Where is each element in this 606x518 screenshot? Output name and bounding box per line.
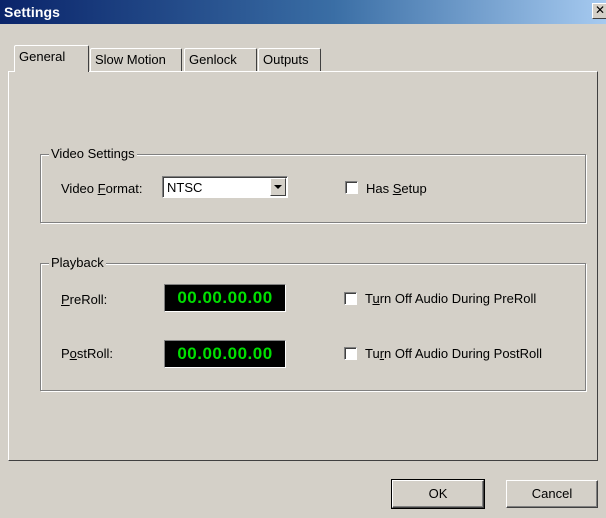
settings-dialog: Settings ✕ General Slow Motion Genlock O… <box>0 0 606 518</box>
preroll-timecode[interactable]: 00.00.00.00 <box>164 284 286 312</box>
video-format-label: Video Format: <box>61 181 143 196</box>
postroll-label: PostRoll: <box>61 346 114 361</box>
video-settings-legend: Video Settings <box>49 146 137 161</box>
audio-off-postroll-checkbox[interactable] <box>344 347 357 360</box>
audio-off-preroll-checkbox[interactable] <box>344 292 357 305</box>
tab-genlock[interactable]: Genlock <box>184 48 257 72</box>
video-format-value: NTSC <box>167 180 203 195</box>
preroll-label: PreRoll: <box>61 292 108 307</box>
tab-label: Genlock <box>189 52 237 67</box>
audio-off-preroll-label[interactable]: Turn Off Audio During PreRoll <box>365 291 536 306</box>
tab-outputs[interactable]: Outputs <box>258 48 321 72</box>
close-icon: ✕ <box>594 3 606 17</box>
cancel-button[interactable]: Cancel <box>506 480 598 508</box>
postroll-timecode[interactable]: 00.00.00.00 <box>164 340 286 368</box>
playback-group: Playback <box>40 255 586 391</box>
tab-label: General <box>19 49 66 64</box>
tab-slow-motion[interactable]: Slow Motion <box>90 48 182 72</box>
audio-off-postroll-label[interactable]: Turn Off Audio During PostRoll <box>365 346 542 361</box>
tab-general[interactable]: General <box>14 45 89 72</box>
video-format-select[interactable]: NTSC <box>162 176 288 198</box>
window-title: Settings <box>4 4 61 20</box>
has-setup-checkbox[interactable] <box>345 181 358 194</box>
chevron-down-icon[interactable] <box>270 178 286 196</box>
close-button[interactable]: ✕ <box>592 3 606 19</box>
tab-panel-general: Video Settings Video Format: NTSC Has Se… <box>8 71 598 461</box>
tab-label: Slow Motion <box>95 52 166 67</box>
ok-button[interactable]: OK <box>391 479 485 509</box>
has-setup-label[interactable]: Has Setup <box>366 181 427 196</box>
title-bar: Settings ✕ <box>0 0 606 24</box>
tab-label: Outputs <box>263 52 309 67</box>
playback-legend: Playback <box>49 255 106 270</box>
